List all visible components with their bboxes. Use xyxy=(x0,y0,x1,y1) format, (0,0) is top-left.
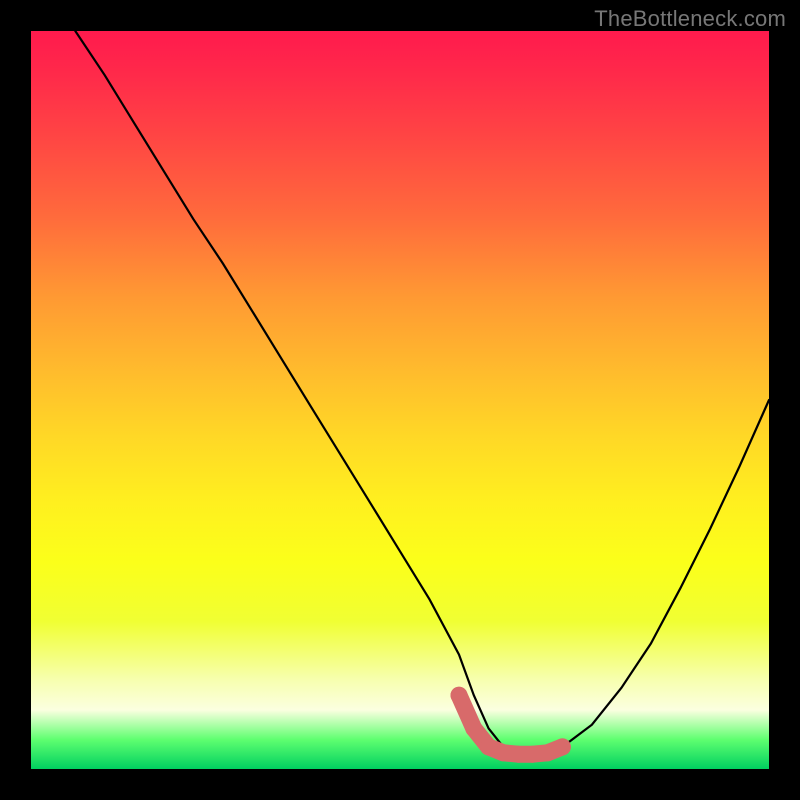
highlight-endpoint xyxy=(554,738,571,755)
highlight-markers xyxy=(451,687,571,756)
bottleneck-curve-line xyxy=(75,31,769,754)
watermark-text: TheBottleneck.com xyxy=(594,6,786,32)
chart-plot-area xyxy=(31,31,769,769)
chart-svg xyxy=(31,31,769,769)
highlight-endpoint xyxy=(451,687,468,704)
